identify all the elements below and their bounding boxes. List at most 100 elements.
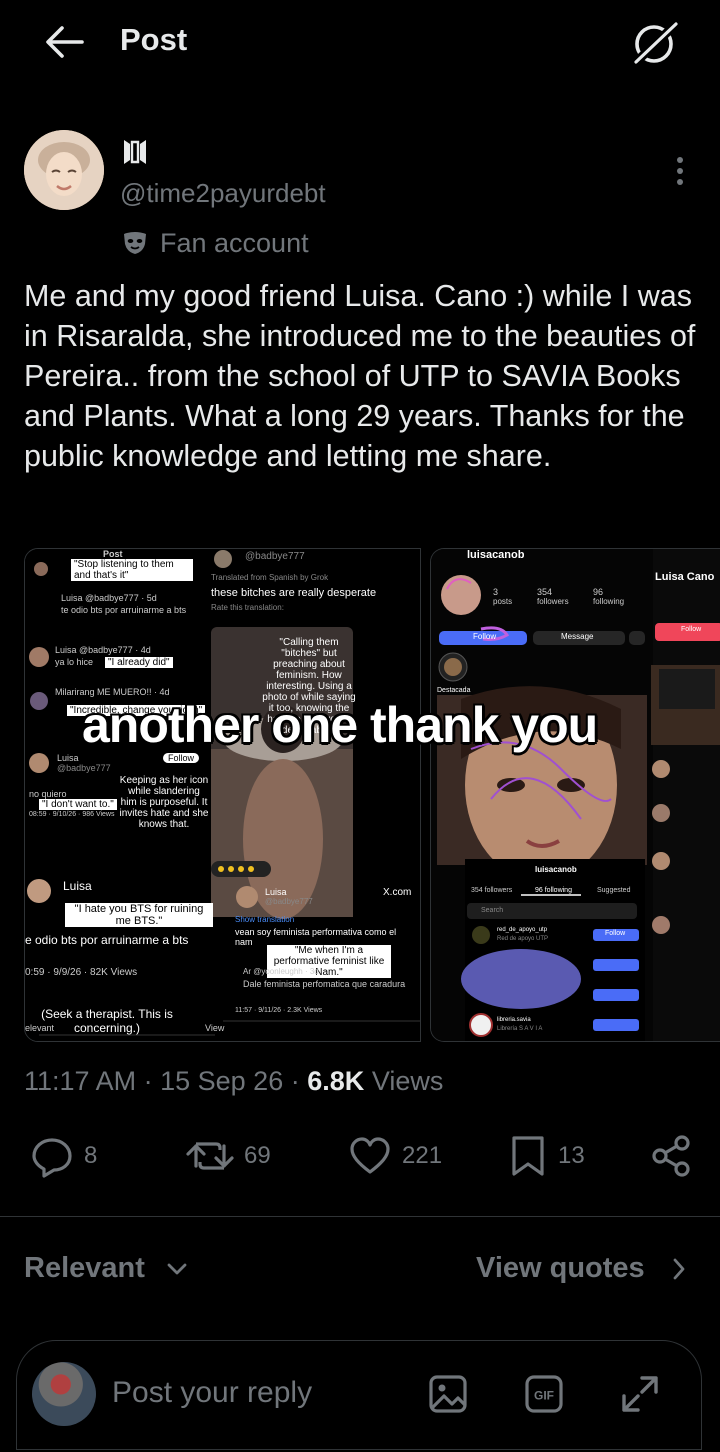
inner-highlight: Destacada	[437, 687, 471, 694]
inner-luisa-big: Luisa	[63, 879, 92, 893]
inner-no-quiero: no quiero	[29, 789, 67, 799]
inner-search: Search	[481, 907, 504, 914]
grok-icon[interactable]	[628, 18, 682, 68]
inner-xcom: X.com	[383, 887, 412, 898]
inner-time-big: 0:59 · 9/9/26 · 82K Views	[25, 967, 138, 978]
inner-luisa2: Luisa @badbye777 · 4d	[55, 645, 151, 655]
chevron-right-icon	[673, 1258, 685, 1280]
media-image-right[interactable]: luisacanob 3 posts 354 followers 96 foll…	[430, 548, 720, 1042]
caption-tag-4: "I don't want to."	[39, 799, 117, 810]
reply-count: 8	[84, 1142, 98, 1169]
post-meta: 11:17 AM · 15 Sep 26 · 6.8K Views	[24, 1066, 443, 1097]
reply-input[interactable]: Post your reply	[112, 1376, 312, 1410]
media-caption: another one thank you	[82, 697, 598, 753]
mask-icon	[124, 232, 146, 254]
inner-luisa-handle: @badbye777	[57, 763, 111, 773]
views-count: 6.8K	[307, 1066, 365, 1096]
inner-seek: (Seek a therapist. This is concerning.)	[41, 1007, 173, 1035]
inner-tab2: 96 following	[535, 887, 572, 894]
sort-relevant-dropdown[interactable]: Relevant	[24, 1252, 189, 1285]
post-text: Me and my good friend Luisa. Cano :) whi…	[24, 279, 696, 473]
reply-icon	[32, 1138, 72, 1178]
meta-separator: ·	[143, 1066, 153, 1096]
bookmark-button[interactable]: 13	[508, 1134, 585, 1178]
display-name-logo-icon[interactable]	[120, 136, 150, 168]
inner-translated: Translated from Spanish by Grok	[211, 573, 329, 582]
more-options-icon[interactable]	[672, 156, 688, 186]
inner-posts: 3	[493, 587, 499, 597]
inner-right-name: Luisa Cano	[655, 571, 715, 583]
like-button[interactable]: 221	[348, 1134, 442, 1178]
inner-tab1: 354 followers	[471, 887, 513, 894]
inner-show-translation: Show translation	[235, 915, 295, 924]
inner-odio-big: e odio bts por arruinarme a bts	[25, 933, 189, 947]
inner-row4-name: libreria.savia	[497, 1017, 531, 1023]
caption-tag-2: "I already did"	[105, 657, 173, 668]
gif-icon[interactable]: GIF	[524, 1374, 564, 1414]
meta-separator: ·	[290, 1066, 300, 1096]
inner-view: View	[205, 1023, 225, 1033]
inner-username: luisacanob	[467, 549, 525, 561]
svg-text:GIF: GIF	[534, 1389, 554, 1403]
inner-followers-label: followers	[537, 597, 569, 606]
inner-tab3: Suggested	[597, 887, 631, 894]
inner-keeping: Keeping as her icon while slandering him…	[119, 775, 209, 830]
inner-time-small: 08:59 · 9/10/26 · 986 Views	[29, 811, 115, 818]
inner-time3: 11:57 · 9/11/26 · 2.3K Views	[235, 1007, 323, 1014]
caption-tag-5: "I hate you BTS for ruining me BTS."	[65, 903, 213, 927]
inner-luisa3-handle: @badbye777	[265, 897, 313, 906]
inner-vean: vean soy feminista performativa como el …	[235, 927, 397, 947]
like-count: 221	[402, 1142, 443, 1169]
inner-dale: Dale feminista perfomatica que caradura	[243, 979, 406, 989]
view-quotes-link[interactable]: View quotes	[476, 1252, 689, 1285]
bookmark-count: 13	[558, 1142, 585, 1169]
inner-post-label: Post	[103, 549, 123, 559]
inner-row1-sub: Red de apoyo UTP	[497, 936, 549, 942]
inner-reply-handle: Luisa @badbye777 · 5d	[61, 593, 157, 603]
inner-follow: Follow	[473, 632, 497, 641]
inner-followers: 354	[537, 587, 553, 597]
inner-luisa-name: Luisa	[57, 753, 79, 763]
back-arrow-icon[interactable]	[44, 24, 84, 60]
inner-following: 96	[593, 587, 604, 597]
action-bar: 8 69 221 13	[0, 1134, 720, 1184]
views-label: Views	[371, 1066, 444, 1096]
image-icon[interactable]	[428, 1374, 468, 1414]
inner-posts-label: posts	[493, 597, 513, 606]
inner-desperate: these bitches are really desperate	[211, 587, 377, 599]
inner-luisa3: Luisa	[265, 887, 287, 897]
post-media[interactable]: Post "Stop listening to them and that's …	[24, 548, 720, 1042]
reply-button[interactable]: 8	[30, 1134, 97, 1178]
divider	[0, 1216, 720, 1217]
post-date: 15 Sep 26	[160, 1066, 284, 1096]
bookmark-icon	[512, 1136, 544, 1176]
inner-row4-sub: Librería S A V I A	[497, 1026, 543, 1032]
heart-icon	[350, 1137, 390, 1174]
expand-icon[interactable]	[618, 1372, 662, 1416]
inner-reply-text: te odio bts por arruinarme a bts	[61, 605, 187, 615]
caption-tag-1: "Stop listening to them and that's it"	[71, 559, 193, 581]
post-time: 11:17 AM	[24, 1066, 137, 1096]
chevron-down-icon	[167, 1263, 187, 1275]
user-avatar[interactable]	[32, 1362, 96, 1426]
inner-luisa2-text: ya lo hice	[55, 657, 94, 667]
author-handle[interactable]: @time2payurdebt	[120, 178, 326, 209]
repost-count: 69	[244, 1142, 271, 1169]
repost-icon	[186, 1142, 234, 1170]
sort-relevant-label: Relevant	[24, 1252, 145, 1284]
repost-button[interactable]: 69	[186, 1134, 271, 1178]
share-button[interactable]	[650, 1134, 694, 1178]
inner-following-label: following	[593, 597, 625, 606]
fan-account-label: Fan account	[160, 228, 309, 258]
author-avatar[interactable]	[24, 130, 104, 210]
inner-ar: Ar @yoonleughh · 3d	[243, 967, 319, 976]
inner-right-follow: Follow	[681, 626, 702, 633]
media-image-left[interactable]: Post "Stop listening to them and that's …	[24, 548, 421, 1042]
view-quotes-label: View quotes	[476, 1252, 645, 1284]
inner-message: Message	[561, 632, 594, 641]
inner-follow-btn: Follow	[605, 930, 626, 937]
inner-rate: Rate this translation:	[211, 603, 284, 612]
inner-sheet-title: luisacanob	[535, 865, 577, 874]
inner-badbye-top: @badbye777	[245, 551, 305, 562]
inner-relevant: elevant	[25, 1023, 55, 1033]
